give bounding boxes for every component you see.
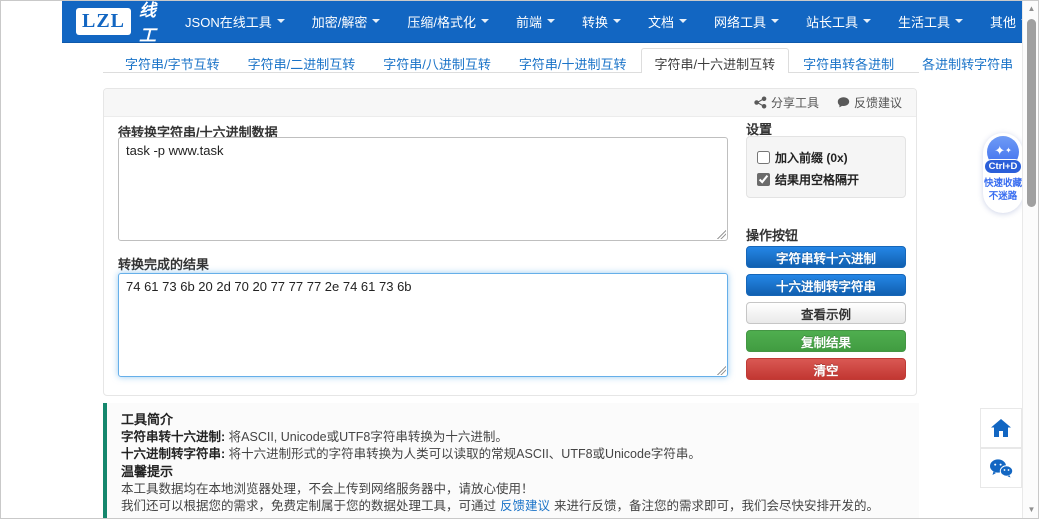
tab-string-binary[interactable]: 字符串/二进制互转 (234, 48, 370, 73)
nav-menu-label: 站长工具 (806, 12, 858, 31)
wechat-icon (989, 458, 1013, 478)
actions-title: 操作按钮 (746, 225, 798, 244)
intro-term: 字符串转十六进制: (121, 430, 225, 444)
nav-menu-label: 加密/解密 (312, 12, 368, 31)
caret-down-icon (277, 19, 285, 23)
nav-menu-label: 文档 (648, 12, 674, 31)
tab-string-hex-active[interactable]: 字符串/十六进制互转 (641, 48, 790, 73)
tool-tabs: 字符串/字节互转 字符串/二进制互转 字符串/八进制互转 字符串/十进制互转 字… (103, 47, 919, 73)
nav-menu-label: 压缩/格式化 (407, 12, 476, 31)
caret-down-icon (481, 19, 489, 23)
nav-menu-label: 生活工具 (898, 12, 950, 31)
feedback-link[interactable]: 反馈建议 (500, 499, 550, 513)
copy-result-button[interactable]: 复制结果 (746, 330, 906, 352)
nav-menu-label: 网络工具 (714, 12, 766, 31)
nav-menu-encrypt-decrypt[interactable]: 加密/解密 (312, 12, 381, 31)
feedback-label: 反馈建议 (854, 94, 902, 111)
tip-line: 本工具数据均在本地浏览器处理，不会上传到网络服务器中，请放心使用！ (121, 481, 905, 498)
tab-bases-to-string[interactable]: 各进制转字符串 (908, 48, 1027, 73)
settings-box: 加入前缀 (0x) 结果用空格隔开 (746, 136, 906, 198)
nav-menu-network-tools[interactable]: 网络工具 (714, 12, 779, 31)
scroll-up-arrow-icon[interactable]: ▲ (1023, 2, 1039, 16)
tab-string-byte[interactable]: 字符串/字节互转 (111, 48, 234, 73)
share-tool-button[interactable]: 分享工具 (754, 94, 819, 111)
favorite-hint-line2: 不迷路 (983, 190, 1023, 203)
caret-down-icon (547, 19, 555, 23)
share-icon (754, 96, 767, 109)
nav-menu-life-tools[interactable]: 生活工具 (898, 12, 963, 31)
nav-menu-docs[interactable]: 文档 (648, 12, 687, 31)
string-to-hex-button[interactable]: 字符串转十六进制 (746, 246, 906, 268)
panel-toolbar: 分享工具 反馈建议 (104, 89, 916, 117)
intro-title: 工具简介 (121, 411, 905, 429)
scrollbar-thumb[interactable] (1027, 19, 1036, 207)
home-icon (990, 418, 1012, 438)
converter-panel: 分享工具 反馈建议 待转换字符串/十六进制数据 task -p www.task… (103, 88, 917, 396)
nav-menu-compress-format[interactable]: 压缩/格式化 (407, 12, 489, 31)
intro-term: 十六进制转字符串: (121, 447, 225, 461)
tab-string-octal[interactable]: 字符串/八进制互转 (369, 48, 505, 73)
view-example-button[interactable]: 查看示例 (746, 302, 906, 324)
intro-desc: 将十六进制形式的字符串转换为人类可以读取的常规ASCII、UTF8或Unicod… (229, 447, 701, 461)
favorite-hint-badge: ✦✦ Ctrl+D 快速收藏 不迷路 (983, 133, 1023, 213)
caret-down-icon (955, 19, 963, 23)
nav-menu-json-tools[interactable]: JSON在线工具 (185, 12, 285, 31)
feedback-button[interactable]: 反馈建议 (837, 94, 902, 111)
home-button[interactable] (980, 408, 1022, 448)
caret-down-icon (679, 19, 687, 23)
nav-menu-label: 转换 (582, 12, 608, 31)
option-add-prefix: 加入前缀 (0x) (757, 146, 895, 168)
caret-down-icon (863, 19, 871, 23)
nav-menu-label: 前端 (516, 12, 542, 31)
option-label: 结果用空格隔开 (775, 171, 859, 188)
nav-menu-webmaster-tools[interactable]: 站长工具 (806, 12, 871, 31)
nav-menu-frontend[interactable]: 前端 (516, 12, 555, 31)
hex-to-string-button[interactable]: 十六进制转字符串 (746, 274, 906, 296)
intro-item: 十六进制转字符串: 将十六进制形式的字符串转换为人类可以读取的常规ASCII、U… (121, 446, 905, 463)
add-prefix-checkbox[interactable] (757, 151, 770, 164)
tip-line: 我们还可以根据您的需求，免费定制属于您的数据处理工具，可通过反馈建议来进行反馈，… (121, 498, 905, 515)
tool-info-section: 工具简介 字符串转十六进制: 将ASCII, Unicode或UTF8字符串转换… (103, 403, 919, 519)
intro-item: 字符串转十六进制: 将ASCII, Unicode或UTF8字符串转换为十六进制… (121, 429, 905, 446)
nav-menu-label: JSON在线工具 (185, 12, 272, 31)
tip-text: 来进行反馈，备注您的需求即可，我们会尽快安排开发的。 (554, 499, 879, 513)
favorite-hint-line1: 快速收藏 (983, 177, 1023, 190)
tips-title: 温馨提示 (121, 463, 905, 481)
comment-icon (837, 96, 850, 109)
tab-string-decimal[interactable]: 字符串/十进制互转 (505, 48, 641, 73)
logo-lzl: LZL (76, 8, 131, 35)
option-label: 加入前缀 (0x) (775, 149, 848, 166)
nav-menu-label: 其他 (990, 12, 1016, 31)
tip-text: 我们还可以根据您的需求，免费定制属于您的数据处理工具，可通过 (121, 499, 496, 513)
ctrl-d-key-label: Ctrl+D (984, 159, 1022, 174)
space-separator-checkbox[interactable] (757, 173, 770, 186)
wechat-button[interactable] (980, 448, 1022, 488)
clear-button[interactable]: 清空 (746, 358, 906, 380)
top-navbar: LZL 在线工具 JSON在线工具 加密/解密 压缩/格式化 前端 转换 文档 … (62, 0, 1022, 43)
vertical-scrollbar: ▲ ▼ (1022, 0, 1039, 519)
caret-down-icon (613, 19, 621, 23)
result-textarea[interactable]: 74 61 73 6b 20 2d 70 20 77 77 77 2e 74 6… (118, 273, 728, 377)
result-label: 转换完成的结果 (118, 254, 209, 273)
share-label: 分享工具 (771, 94, 819, 111)
nav-menu-bar: JSON在线工具 加密/解密 压缩/格式化 前端 转换 文档 网络工具 站长工具… (185, 12, 1029, 31)
scroll-down-arrow-icon[interactable]: ▼ (1023, 503, 1039, 517)
tab-string-to-bases[interactable]: 字符串转各进制 (789, 48, 908, 73)
option-space-separated: 结果用空格隔开 (757, 168, 895, 190)
caret-down-icon (771, 19, 779, 23)
action-buttons: 字符串转十六进制 十六进制转字符串 查看示例 复制结果 清空 (746, 246, 906, 386)
caret-down-icon (372, 19, 380, 23)
intro-desc: 将ASCII, Unicode或UTF8字符串转换为十六进制。 (229, 430, 508, 444)
nav-menu-convert[interactable]: 转换 (582, 12, 621, 31)
source-textarea[interactable]: task -p www.task (118, 137, 728, 241)
